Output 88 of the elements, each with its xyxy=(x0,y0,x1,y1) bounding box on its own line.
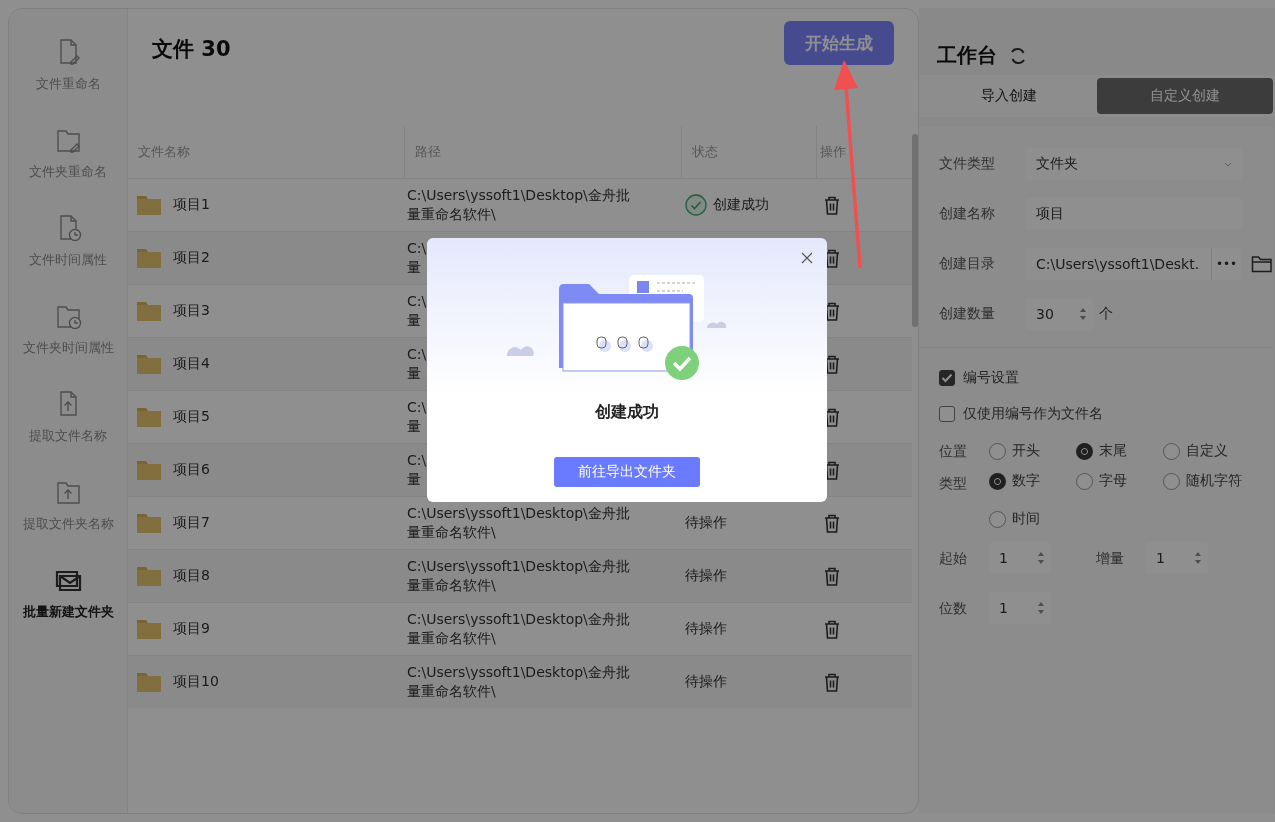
folder-icon xyxy=(137,301,161,321)
tab[interactable]: 导入创建 xyxy=(921,78,1097,114)
file-name: 项目9 xyxy=(173,620,210,638)
radio-button[interactable] xyxy=(1076,472,1093,490)
unit-label: 个 xyxy=(1099,305,1113,323)
scrollbar-thumb[interactable] xyxy=(912,134,918,327)
file-path: C:\ 量 xyxy=(407,451,427,489)
group-label: 位置 xyxy=(939,442,968,461)
field-label: 创建名称 xyxy=(939,205,996,223)
group-label: 类型 xyxy=(939,474,968,493)
status-text: 待操作 xyxy=(685,620,727,638)
file-path: C:\Users\yssoft1\Desktop\金舟批 量重命名软件\ xyxy=(407,663,630,701)
file-name: 项目4 xyxy=(173,355,210,373)
radio-button[interactable] xyxy=(1163,472,1180,490)
tab[interactable]: 自定义创建 xyxy=(1097,78,1273,114)
field-label: 创建目录 xyxy=(939,255,996,273)
spinner-arrows-icon xyxy=(1079,306,1087,322)
checkbox-label: 编号设置 xyxy=(963,369,1019,387)
field-label: 起始 xyxy=(939,549,968,568)
checkbox[interactable] xyxy=(939,406,955,422)
radio-label: 自定义 xyxy=(1186,442,1228,460)
status-text: 待操作 xyxy=(685,567,727,585)
file-name: 项目1 xyxy=(173,196,210,214)
file-path: C:\Users\yssoft1\Desktop\金舟批 量重命名软件\ xyxy=(407,557,630,595)
folder-icon xyxy=(137,248,161,268)
folder-icon xyxy=(137,354,161,374)
workbench-title: 工作台 xyxy=(937,42,997,69)
field-label: 位数 xyxy=(939,599,968,618)
file-count-title: 文件 30 xyxy=(152,36,231,63)
file-name: 项目8 xyxy=(173,567,210,585)
file-name: 项目6 xyxy=(173,461,210,479)
file-path: C:\Users\yssoft1\Desktop\金舟批 量重命名软件\ xyxy=(407,610,630,648)
check-circle-icon xyxy=(685,194,707,216)
file-path: C:\ 量 xyxy=(407,292,427,330)
radio-label: 开头 xyxy=(1012,442,1040,460)
folder-icon xyxy=(137,195,161,215)
refresh-icon[interactable] xyxy=(1009,46,1027,65)
file-name: 项目2 xyxy=(173,249,210,267)
folder-icon[interactable] xyxy=(1251,255,1273,273)
file-name: 项目10 xyxy=(173,673,219,691)
file-path: C:\ 量 xyxy=(407,398,427,436)
checkbox[interactable] xyxy=(939,370,955,386)
folder-icon xyxy=(137,566,161,586)
trash-icon[interactable] xyxy=(824,301,840,321)
folder-icon xyxy=(137,513,161,533)
close-icon[interactable] xyxy=(801,252,813,264)
file-name: 项目5 xyxy=(173,408,210,426)
trash-icon[interactable] xyxy=(824,460,840,480)
radio-label: 随机字符 xyxy=(1186,472,1242,490)
file-name: 项目7 xyxy=(173,514,210,532)
status-text: 创建成功 xyxy=(713,196,769,214)
folder-icon xyxy=(137,672,161,692)
trash-icon[interactable] xyxy=(824,248,840,268)
checkbox-label: 仅使用编号作为文件名 xyxy=(963,405,1103,423)
spinner-arrows-icon xyxy=(1194,550,1202,566)
folder-icon xyxy=(137,460,161,480)
radio-button[interactable] xyxy=(1163,442,1180,460)
file-name: 项目3 xyxy=(173,302,210,320)
field-label: 创建数量 xyxy=(939,305,996,323)
field-label: 文件类型 xyxy=(939,155,996,173)
spinner-arrows-icon xyxy=(1037,550,1045,566)
file-path: C:\ 量 xyxy=(407,239,427,277)
sidebar-item[interactable]: 批量新建文件夹 xyxy=(9,565,127,639)
radio-button[interactable] xyxy=(989,442,1006,460)
input-field[interactable]: C:\Users\yssoft1\Deskt. xyxy=(1026,256,1211,272)
radio-label: 时间 xyxy=(1012,510,1040,528)
radio-label: 数字 xyxy=(1012,472,1040,490)
radio-label: 字母 xyxy=(1099,472,1127,490)
field-label: 增量 xyxy=(1096,549,1125,568)
file-path: C:\Users\yssoft1\Desktop\金舟批 量重命名软件\ xyxy=(407,504,630,542)
open-folder-button[interactable]: 前往导出文件夹 xyxy=(554,457,700,487)
radio-button[interactable] xyxy=(989,472,1006,490)
dialog-title: 创建成功 xyxy=(595,402,659,423)
radio-button[interactable] xyxy=(1076,442,1093,460)
folder-icon xyxy=(137,619,161,639)
file-path: C:\ 量 xyxy=(407,345,427,383)
chevron-down-icon xyxy=(1224,161,1232,167)
status-text: 待操作 xyxy=(685,514,727,532)
radio-button[interactable] xyxy=(989,510,1006,528)
column-header: 文件名称 xyxy=(137,143,191,161)
radio-label: 末尾 xyxy=(1099,442,1127,460)
status-text: 待操作 xyxy=(685,673,727,691)
spinner-arrows-icon xyxy=(1037,600,1045,616)
trash-icon[interactable] xyxy=(824,354,840,374)
file-path: C:\Users\yssoft1\Desktop\金舟批 量重命名软件\ xyxy=(407,186,630,224)
column-header: 路径 xyxy=(404,126,681,178)
trash-icon[interactable] xyxy=(824,407,840,427)
folder-icon xyxy=(137,407,161,427)
